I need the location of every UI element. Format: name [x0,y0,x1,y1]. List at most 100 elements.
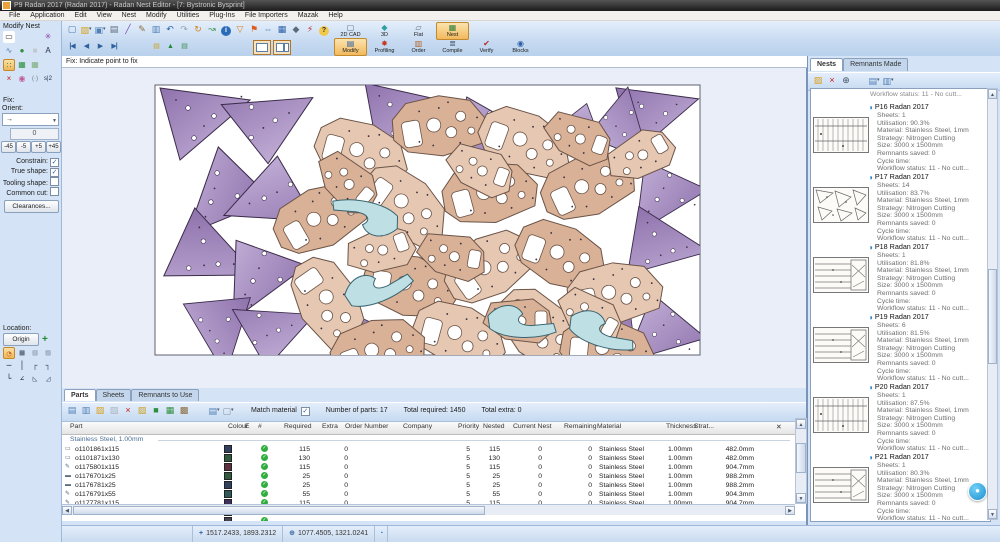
nest-entry-p19-radan-2017[interactable]: ◑P19 Radan 2017Sheets: 6Utilisation: 81.… [811,312,990,382]
snap-vertical-icon[interactable]: │ [16,360,28,372]
menu-utilities[interactable]: Utilities [172,11,205,21]
ball-tool-icon[interactable]: ● [16,45,28,57]
rotate-45-button[interactable]: -45 [1,141,16,153]
nest-entry-p18-radan-2017[interactable]: ◑P18 Radan 2017Sheets: 1Utilisation: 81.… [811,242,990,312]
scroll-down-icon[interactable]: ▼ [796,493,806,503]
menu-view[interactable]: View [92,11,117,21]
print-icon[interactable]: ▤ [108,23,121,36]
column-header-e[interactable]: E [245,423,250,430]
tab-nests[interactable]: Nests [810,58,843,71]
table-row[interactable]: ✓ [62,517,806,521]
menu-application[interactable]: Application [25,11,69,21]
column-header-strat[interactable]: Strat... [694,423,714,430]
column-header-nested[interactable]: Nested [483,423,505,430]
locate-nest-icon[interactable]: ⊕ [840,74,853,87]
nest-entry-p16-radan-2017[interactable]: ◑P16 Radan 2017Sheets: 1Utilisation: 90.… [811,102,990,172]
next-sheet-icon[interactable]: ▶ [94,40,106,53]
constrain-checkbox[interactable]: ✓ [50,158,59,167]
report-icon[interactable]: ▩ [178,404,191,417]
delete-tool-icon[interactable]: × [3,73,15,85]
scroll-right-icon[interactable]: ▶ [785,506,795,515]
origin-button[interactable]: Origin [3,333,39,346]
save-icon[interactable]: ▣▾ [94,23,107,36]
window-single-toggle[interactable] [253,40,271,55]
tab-remnants-to-use[interactable]: Remnants to Use [131,389,199,401]
tab-remnants-made[interactable]: Remnants Made [843,58,908,71]
menu-file-importers[interactable]: File Importers [240,11,293,21]
chevron-down-icon[interactable]: ▾ [877,77,880,83]
sheet-icon[interactable]: ▦ [276,23,289,36]
route-icon[interactable]: ↝ [206,23,219,36]
dash-tool-icon[interactable]: (·) [29,73,41,85]
menu-plug-ins[interactable]: Plug-Ins [204,11,240,21]
mode-button-order[interactable]: ▥Order [402,38,435,56]
scroll-left-icon[interactable]: ◀ [62,506,72,515]
copy-icon[interactable]: ▥ [150,23,163,36]
table-row[interactable]: ▬o1176701x25✓25052500Stainless Steel1.00… [62,472,806,481]
refresh-icon[interactable]: ↻ [192,23,205,36]
dimension-icon[interactable]: ⇔ [262,23,275,36]
column-header-order-number[interactable]: Order Number [345,423,388,430]
snap-grid-icon[interactable]: ▦ [16,347,28,359]
add-sheet-icon[interactable]: ▦ [164,404,177,417]
help-icon[interactable]: ? [318,23,331,36]
column-header-part[interactable]: Part [70,423,82,430]
add-location-icon[interactable]: + [42,334,48,345]
add-part-icon[interactable]: ▤ [66,404,79,417]
column-header-[interactable]: ✕ [776,423,782,431]
column-header-extra[interactable]: Extra [322,423,338,430]
sheet-up-icon[interactable]: ▲ [164,40,176,53]
parts-horizontal-scrollbar[interactable]: ◀ ▶ [62,504,795,515]
snap-grid2-icon[interactable]: ▥ [29,347,41,359]
parts-table-header[interactable]: PartColourE#RequiredExtraOrder NumberCom… [62,422,806,435]
info-icon[interactable]: i [220,23,233,36]
column-header-priority[interactable]: Priority [458,423,479,430]
undo-icon[interactable]: ↶ [164,23,177,36]
nest-canvas[interactable] [62,68,807,388]
last-sheet-icon[interactable]: ▶| [108,40,120,53]
scrollbar-thumb[interactable] [988,269,997,364]
draw-line-icon[interactable]: ╱ [122,23,135,36]
array2-tool-icon[interactable]: ▦ [29,59,41,71]
delete-nest-icon[interactable]: × [826,74,839,87]
rotate-5-button[interactable]: -5 [16,141,31,153]
view-mode-dropdown[interactable]: ▤▾ [208,404,221,417]
mode-button-profiling[interactable]: ✸Profiling [368,38,401,56]
snap-angle3-icon[interactable]: ◿ [42,373,54,385]
mode-button-verify[interactable]: ✔Verify [470,38,503,56]
scroll-up-icon[interactable]: ▲ [796,419,806,429]
angle-input[interactable]: 0 [10,128,59,140]
rotate-45-button[interactable]: +45 [46,141,61,153]
column-header-remaining[interactable]: Remaining [564,423,597,430]
link-tool-icon[interactable]: ∿ [3,45,15,57]
sheet-add-icon[interactable]: ▤ [150,40,162,53]
save-parts-icon[interactable]: ▨ [94,404,107,417]
table-row[interactable]: ✎o1175801x115✓1150511500Stainless Steel1… [62,463,806,472]
snap-angle-icon[interactable]: ∠ [16,373,28,385]
menu-edit[interactable]: Edit [70,11,92,21]
connect-icon[interactable]: ⚡ [304,23,317,36]
redo-icon[interactable]: ↷ [178,23,191,36]
column-header-thickness[interactable]: Thickness [666,423,697,430]
rect-tool-icon[interactable]: ▭ [3,31,15,43]
true-shape-checkbox[interactable]: ✓ [50,168,59,177]
table-row[interactable]: ▬o1176781x25✓25052500Stainless Steel1.00… [62,481,806,490]
parts-vertical-scrollbar[interactable]: ▲ ▼ [795,418,807,504]
common-cut-checkbox[interactable] [50,187,59,196]
split-tool-icon[interactable]: s|2 [42,73,54,85]
snap-corner-tl-icon[interactable]: ┌ [29,360,41,372]
nest-entry-p17-radan-2017[interactable]: ◑P17 Radan 2017Sheets: 14Utilisation: 83… [811,172,990,242]
column-header-company[interactable]: Company [403,423,432,430]
snap-corner-bl-icon[interactable]: └ [3,373,15,385]
table-row[interactable]: ▭o1101871x130✓1300513000Stainless Steel1… [62,454,806,463]
snap-free-icon[interactable]: ◔ [3,347,15,359]
tooling-shape-checkbox[interactable] [50,177,59,186]
column-header-required[interactable]: Required [284,423,312,430]
sheet-list-icon[interactable]: ▤ [178,40,190,53]
snap-horizontal-icon[interactable]: ─ [3,360,15,372]
detail-style-dropdown[interactable]: ▥▾ [882,74,895,87]
nest-drawing[interactable] [62,68,807,388]
chevron-down-icon[interactable]: ▾ [89,26,92,32]
nest-entry-p21-radan-2017[interactable]: ◑P21 Radan 2017Sheets: 1Utilisation: 80.… [811,452,990,522]
column-header-material[interactable]: Material [597,423,621,430]
